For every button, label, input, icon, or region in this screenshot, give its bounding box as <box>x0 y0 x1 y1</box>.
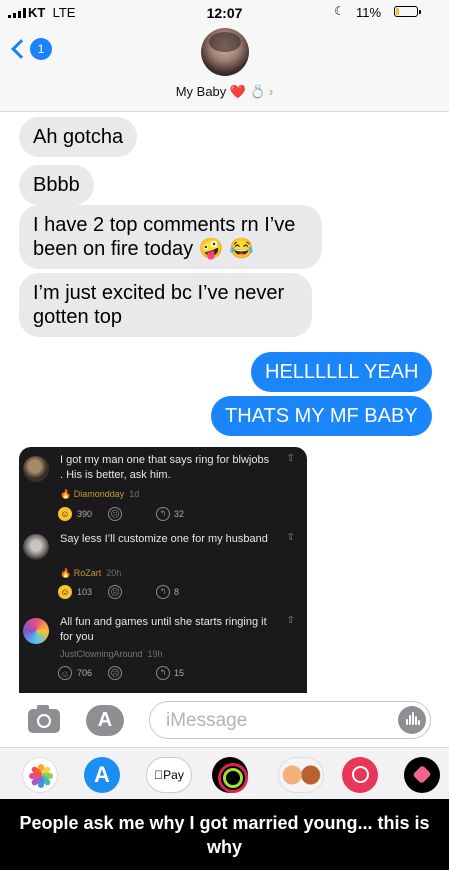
message-placeholder: iMessage <box>166 710 248 731</box>
reply-icon[interactable]: ↰ <box>156 507 171 521</box>
avatar <box>23 618 49 644</box>
digital-touch-icon[interactable] <box>404 757 440 793</box>
apple-logo-icon:  <box>154 768 163 782</box>
avatar <box>23 456 49 482</box>
dislike-icon[interactable]: ☹ <box>108 507 123 521</box>
audio-message-icon[interactable] <box>398 706 426 734</box>
message-bubble[interactable]: Bbbb <box>19 165 94 205</box>
chevron-right-icon: › <box>268 84 274 99</box>
dislike-icon[interactable]: ☹ <box>108 666 123 680</box>
message-input[interactable]: iMessage <box>149 701 431 739</box>
battery-icon <box>394 6 421 17</box>
like-icon[interactable]: ☺ <box>58 666 72 680</box>
memoji-icon[interactable] <box>278 757 324 793</box>
apple-pay-icon[interactable]: Pay <box>146 757 192 793</box>
clock: 12:07 <box>206 5 243 21</box>
message-bubble[interactable]: I’m just excited bc I’ve never gotten to… <box>19 273 312 337</box>
app-store-app-icon[interactable]: A <box>84 757 120 793</box>
share-icon[interactable]: ⇧ <box>287 453 295 464</box>
like-icon[interactable]: ☺ <box>58 585 72 599</box>
back-button[interactable]: 1 <box>11 38 52 60</box>
message-bubble[interactable]: Ah gotcha <box>19 117 138 157</box>
app-store-icon[interactable]: A <box>86 705 124 736</box>
message-bubble[interactable]: THATS MY MF BABY <box>211 396 432 436</box>
contact-emoji: ❤️ 💍 <box>229 84 266 99</box>
app-drawer: A Pay <box>0 747 449 799</box>
unread-count-badge: 1 <box>30 38 52 60</box>
contact-name: My Baby <box>175 84 227 99</box>
share-icon[interactable]: ⇧ <box>287 532 295 543</box>
share-icon[interactable]: ⇧ <box>287 615 295 626</box>
battery-percent: 11% <box>356 5 382 20</box>
conversation-header: 1 My Baby ❤️ 💍 › <box>0 26 449 112</box>
status-bar: KT LTE 12:07 ☾ 11% <box>0 0 449 26</box>
image-attachment[interactable]: I got my man one that says ring for blwj… <box>19 447 307 693</box>
dislike-icon[interactable]: ☹ <box>108 585 123 599</box>
activity-icon[interactable] <box>212 757 248 793</box>
avatar <box>23 534 49 560</box>
reply-icon[interactable]: ↰ <box>156 666 171 680</box>
like-icon[interactable]: ☺ <box>58 507 72 521</box>
contact-name-button[interactable]: My Baby ❤️ 💍 › <box>0 84 449 100</box>
images-search-icon[interactable] <box>342 757 378 793</box>
message-bubble[interactable]: I have 2 top comments rn I’ve been on fi… <box>19 205 322 269</box>
camera-icon[interactable] <box>28 705 60 733</box>
photos-app-icon[interactable] <box>22 757 58 793</box>
meme-caption: People ask me why I got married young...… <box>0 799 449 870</box>
contact-avatar[interactable] <box>201 28 249 76</box>
do-not-disturb-icon: ☾ <box>334 4 345 18</box>
reply-icon[interactable]: ↰ <box>156 585 171 599</box>
compose-bar: A iMessage <box>0 693 449 747</box>
message-bubble[interactable]: HELLLLLL YEAH <box>251 352 433 392</box>
chevron-left-icon <box>11 39 31 59</box>
